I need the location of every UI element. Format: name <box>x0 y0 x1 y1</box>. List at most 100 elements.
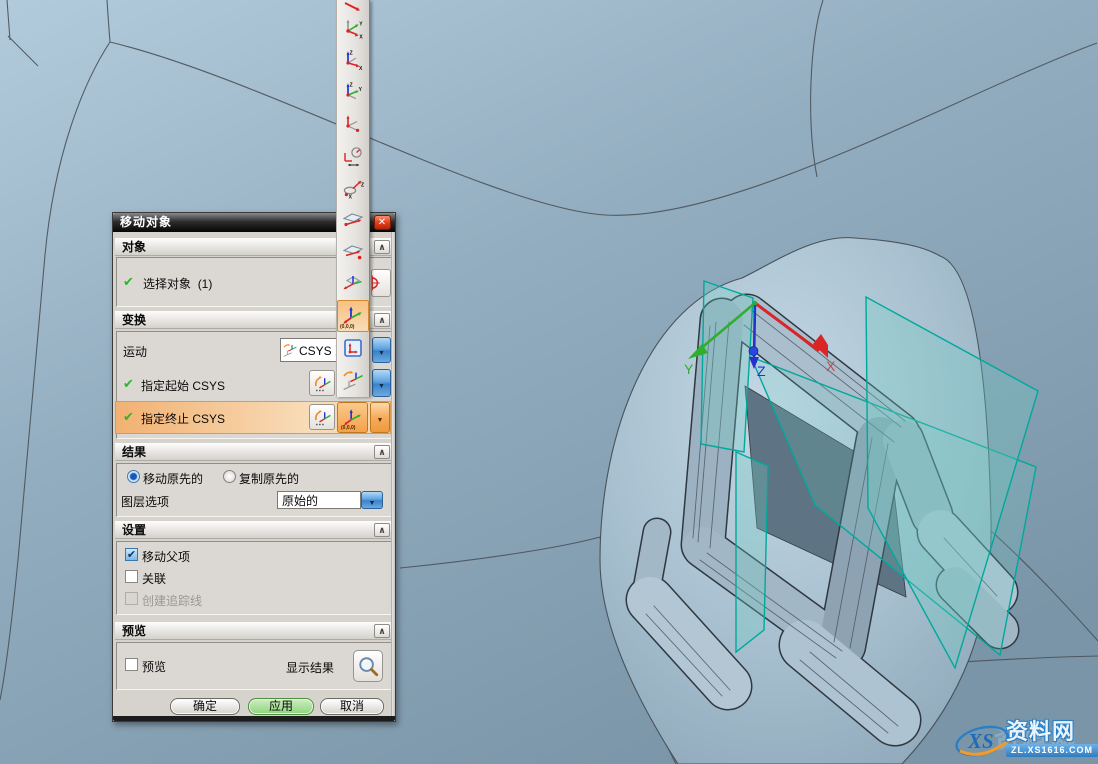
toolbar-item-csys-absolute[interactable]: (0,0,0) <box>337 300 369 332</box>
cancel-button[interactable]: 取消 <box>320 698 384 715</box>
copy-original-label[interactable]: 复制原先的 <box>239 470 299 487</box>
specify-end-csys-label[interactable]: 指定终止 CSYS <box>141 410 225 427</box>
toolbar-item-csys-point[interactable] <box>337 108 369 140</box>
show-result-label: 显示结果 <box>286 659 334 676</box>
toolbar-item-csys-origin-xpoint-ypoint[interactable] <box>337 12 369 44</box>
triad-origin-handle[interactable] <box>753 301 757 305</box>
toolbar-item-csys-xaxis-arc[interactable] <box>337 140 369 172</box>
chevron-up-icon: ∧ <box>378 315 385 325</box>
toolbar-item-csys-cylinder-axis[interactable] <box>337 172 369 204</box>
start-csys-dropdown-arrow[interactable]: ▼ <box>372 369 391 397</box>
move-parent-checkbox[interactable]: ✔ <box>125 548 138 561</box>
section-header-settings: 设置 ∧ <box>115 521 393 539</box>
check-icon: ✔ <box>123 409 134 425</box>
csys-plane-vector-icon <box>341 208 365 232</box>
move-parent-label[interactable]: 移动父项 <box>142 548 190 565</box>
csys-three-planes-icon <box>341 272 365 296</box>
collapse-settings-button[interactable]: ∧ <box>374 523 390 537</box>
motion-label: 运动 <box>123 343 147 360</box>
toolbar-item-csys-zaxis-yaxis[interactable] <box>337 76 369 108</box>
selected-count: (1) <box>198 277 213 291</box>
axis-label-z: Z <box>757 363 766 379</box>
preview-checkbox[interactable] <box>125 658 138 671</box>
settings-header-label: 设置 <box>122 523 146 537</box>
watermark-xs-emblem: XS <box>954 717 1012 761</box>
specify-start-csys-label[interactable]: 指定起始 CSYS <box>141 377 225 394</box>
csys-type-dropdown-list: (0,0,0) <box>336 0 370 397</box>
section-header-result: 结果 ∧ <box>115 443 393 461</box>
motion-value: CSYS 到 CSYS <box>299 342 337 359</box>
dialog-bottom-edge <box>113 716 395 721</box>
layer-option-dropdown[interactable]: 原始的 <box>277 491 361 509</box>
layer-option-value: 原始的 <box>282 492 318 509</box>
csys-to-csys-icon <box>282 342 298 358</box>
apply-button[interactable]: 应用 <box>248 698 314 715</box>
chevron-down-icon: ▼ <box>378 383 385 390</box>
motion-dropdown-arrow[interactable]: ▼ <box>372 337 391 363</box>
associative-checkbox[interactable] <box>125 570 138 583</box>
magnifier-icon <box>357 655 380 678</box>
toolbar-item-csys-plane-vector[interactable] <box>337 204 369 236</box>
toolbar-item-csys-three-planes[interactable] <box>337 268 369 300</box>
select-target-icon <box>371 272 387 294</box>
datum-plane-left-lower[interactable] <box>736 452 768 652</box>
motion-dropdown[interactable]: CSYS 到 CSYS <box>280 338 337 362</box>
toolbar-item-csys-offset[interactable] <box>337 364 369 396</box>
end-csys-absolute-button[interactable]: (0,0,0) <box>337 402 368 433</box>
csys-constructor-icon <box>312 373 333 394</box>
chevron-up-icon: ∧ <box>378 525 385 535</box>
move-original-label[interactable]: 移动原先的 <box>143 470 203 487</box>
toolbar-item-csys-plane-point[interactable] <box>337 236 369 268</box>
chevron-up-icon: ∧ <box>378 447 385 457</box>
start-csys-dialog-button[interactable] <box>309 370 335 396</box>
toolbar-item-csys-zaxis-xaxis[interactable] <box>337 44 369 76</box>
collapse-object-button[interactable]: ∧ <box>374 240 390 254</box>
layer-option-label: 图层选项 <box>121 493 169 510</box>
watermark-url-text: ZL.XS1616.COM <box>1006 744 1098 757</box>
csys-zaxis-xaxis-icon <box>341 48 365 72</box>
toolbar-item-csys-current-view[interactable] <box>337 332 369 364</box>
check-icon: ✔ <box>123 376 134 392</box>
chevron-down-icon: ▼ <box>378 350 385 357</box>
csys-dynamic-partial-icon <box>341 0 365 12</box>
csys-current-view-icon <box>341 336 365 360</box>
associative-label[interactable]: 关联 <box>142 570 166 587</box>
chevron-down-icon: ▼ <box>377 417 384 424</box>
application-window: Y Z X 资料网 XS 资料网 ZL.XS1616.COM <box>0 0 1098 764</box>
csys-origin-xpoint-ypoint-icon <box>341 16 365 40</box>
toolbar-item-csys-dynamic[interactable] <box>337 0 369 12</box>
csys-xaxis-arc-icon <box>341 144 365 168</box>
csys-cylinder-axis-icon <box>341 176 365 200</box>
create-traceline-checkbox <box>125 592 138 605</box>
dialog-title: 移动对象 <box>120 215 172 229</box>
dialog-right-gutter <box>391 232 395 716</box>
select-object-button[interactable] <box>371 269 391 297</box>
close-button[interactable]: ✕ <box>374 215 391 230</box>
object-header-label: 对象 <box>122 240 146 254</box>
end-csys-dropdown-arrow[interactable]: ▼ <box>370 402 390 433</box>
axis-label-x: X <box>826 358 836 374</box>
preview-label[interactable]: 预览 <box>142 658 166 675</box>
datum-plane-left[interactable] <box>701 281 753 452</box>
transform-header-label: 变换 <box>122 313 146 327</box>
move-original-radio[interactable] <box>127 470 140 483</box>
csys-zaxis-yaxis-icon <box>341 80 365 104</box>
result-header-label: 结果 <box>122 445 146 459</box>
close-icon: ✕ <box>378 217 387 228</box>
chevron-down-icon: ▼ <box>369 500 376 507</box>
csys-origin-coordinates: (0,0,0) <box>340 324 354 330</box>
watermark-brand-text: 资料网 <box>1006 721 1098 743</box>
collapse-transform-button[interactable]: ∧ <box>374 313 390 327</box>
check-icon: ✔ <box>123 274 134 290</box>
collapse-result-button[interactable]: ∧ <box>374 445 390 459</box>
svg-text:XS: XS <box>967 729 994 753</box>
end-csys-dialog-button[interactable] <box>309 404 335 430</box>
ok-button[interactable]: 确定 <box>170 698 240 715</box>
show-result-button[interactable] <box>353 650 383 682</box>
csys-origin-coordinates: (0,0,0) <box>341 425 355 431</box>
collapse-preview-button[interactable]: ∧ <box>374 624 390 638</box>
layer-option-dropdown-arrow[interactable]: ▼ <box>361 491 383 509</box>
csys-point-icon <box>341 112 365 136</box>
select-object-label[interactable]: 选择对象 (1) <box>143 275 212 292</box>
copy-original-radio[interactable] <box>223 470 236 483</box>
